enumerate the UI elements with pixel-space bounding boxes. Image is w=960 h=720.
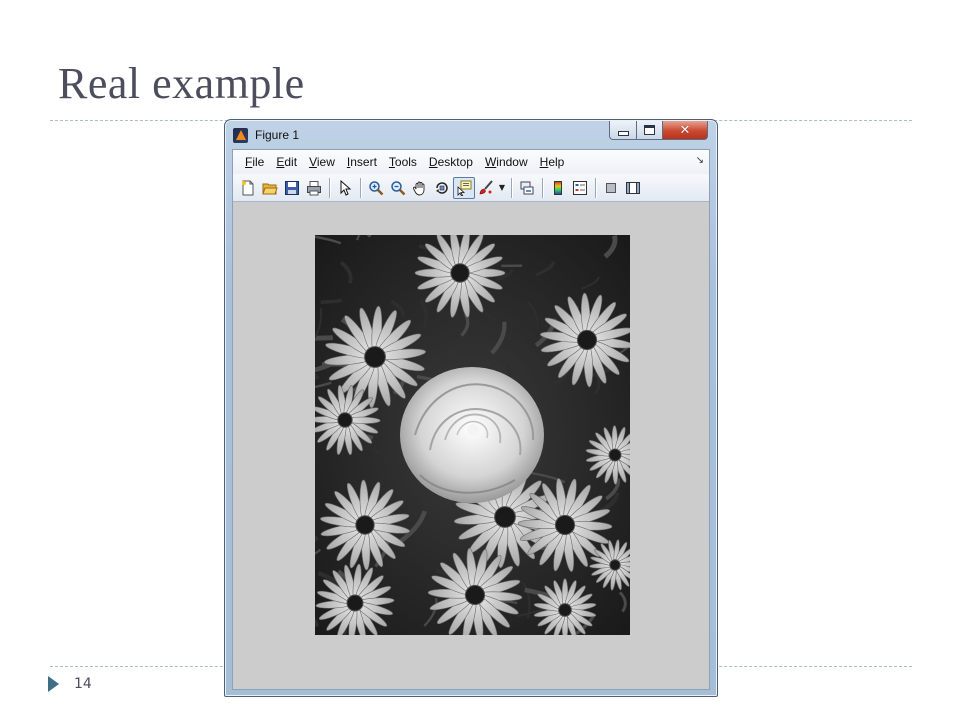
print-button[interactable] bbox=[303, 177, 325, 199]
menu-desktop[interactable]: Desktop bbox=[423, 150, 479, 174]
close-button[interactable]: ✕ bbox=[662, 121, 708, 140]
menu-insert[interactable]: Insert bbox=[341, 150, 383, 174]
figure-toolbar: ▼ bbox=[233, 174, 709, 202]
rotate-3d-icon bbox=[436, 181, 448, 194]
hide-plot-tools-icon bbox=[606, 182, 616, 193]
maximize-icon bbox=[644, 125, 655, 135]
edit-plot-arrow-icon bbox=[340, 179, 352, 196]
footer-arrow-icon bbox=[48, 676, 59, 692]
window-title: Figure 1 bbox=[255, 128, 300, 142]
zoom-in-icon bbox=[369, 180, 384, 195]
slide-title: Real example bbox=[58, 59, 305, 108]
toolbar-separator bbox=[360, 177, 361, 198]
insert-legend-button[interactable] bbox=[569, 177, 591, 199]
zoom-out-icon bbox=[391, 180, 406, 195]
print-icon bbox=[307, 180, 321, 195]
insert-legend-icon bbox=[573, 180, 587, 195]
toolbar-separator bbox=[595, 177, 596, 198]
data-cursor-button[interactable] bbox=[453, 176, 475, 199]
menu-edit[interactable]: Edit bbox=[270, 150, 303, 174]
grayscale-flowers-photo bbox=[315, 235, 630, 635]
link-plot-button[interactable] bbox=[516, 177, 538, 199]
page-number: 14 bbox=[74, 676, 92, 692]
menu-bar: File Edit View Insert Tools Desktop Wind… bbox=[233, 150, 709, 174]
save-button[interactable] bbox=[281, 177, 303, 199]
close-icon: ✕ bbox=[679, 122, 691, 138]
rose-flower bbox=[400, 367, 544, 503]
zoom-in-button[interactable] bbox=[365, 177, 387, 199]
minimize-button[interactable] bbox=[609, 121, 637, 140]
figure-client-area: File Edit View Insert Tools Desktop Wind… bbox=[232, 149, 710, 690]
new-figure-button[interactable] bbox=[237, 177, 259, 199]
minimize-icon bbox=[617, 130, 629, 136]
brush-icon bbox=[479, 179, 493, 194]
image-axes[interactable] bbox=[315, 235, 630, 635]
toolbar-separator bbox=[329, 177, 330, 198]
title-bar[interactable]: Figure 1 ✕ bbox=[225, 120, 717, 150]
open-file-button[interactable] bbox=[259, 177, 281, 199]
edit-plot-button[interactable] bbox=[334, 177, 356, 199]
brush-dropdown-icon[interactable]: ▼ bbox=[497, 183, 507, 192]
link-plot-icon bbox=[520, 181, 534, 194]
save-icon bbox=[285, 180, 299, 195]
menu-view[interactable]: View bbox=[303, 150, 341, 174]
menu-help[interactable]: Help bbox=[534, 150, 571, 174]
show-plot-tools-icon bbox=[626, 181, 640, 194]
hide-plot-tools-button[interactable] bbox=[600, 177, 622, 199]
maximize-button[interactable] bbox=[636, 121, 663, 140]
brush-button[interactable] bbox=[475, 177, 497, 199]
show-plot-tools-button[interactable] bbox=[622, 177, 644, 199]
pan-button[interactable] bbox=[409, 177, 431, 199]
menu-dock-arrow-icon[interactable]: ↘ bbox=[696, 155, 704, 166]
matlab-icon[interactable] bbox=[233, 128, 248, 143]
pan-hand-icon bbox=[413, 181, 425, 195]
open-file-icon bbox=[262, 183, 278, 194]
insert-colorbar-icon bbox=[554, 180, 562, 195]
zoom-out-button[interactable] bbox=[387, 177, 409, 199]
toolbar-separator bbox=[542, 177, 543, 198]
data-cursor-icon bbox=[457, 180, 472, 196]
insert-colorbar-button[interactable] bbox=[547, 177, 569, 199]
figure-window: Figure 1 ✕ File Edit View Insert Tools D… bbox=[224, 119, 718, 697]
menu-file[interactable]: File bbox=[239, 150, 270, 174]
menu-tools[interactable]: Tools bbox=[383, 150, 423, 174]
new-figure-icon bbox=[242, 180, 254, 195]
rotate-3d-button[interactable] bbox=[431, 177, 453, 199]
menu-window[interactable]: Window bbox=[479, 150, 534, 174]
toolbar-separator bbox=[511, 177, 512, 198]
